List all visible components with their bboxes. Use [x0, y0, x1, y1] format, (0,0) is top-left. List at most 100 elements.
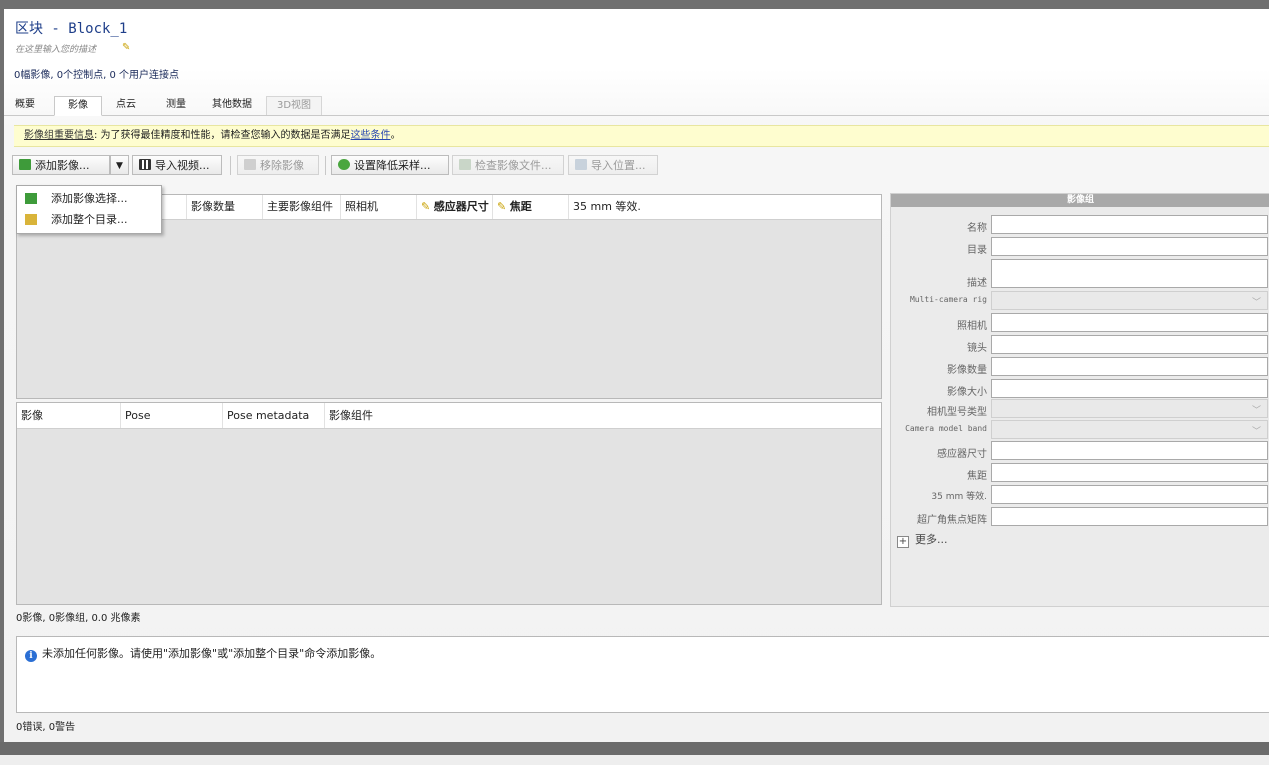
info-message: i 未添加任何影像。请使用"添加影像"或"添加整个目录"命令添加影像。: [25, 645, 381, 662]
field-label-sensor-size: 感应器尺寸: [937, 449, 987, 460]
banner-heading: 影像组重要信息: [24, 130, 94, 141]
column-header-photo[interactable]: 影像: [17, 403, 121, 428]
fisheye-matrix-field[interactable]: [991, 507, 1268, 526]
photos-table-header: 影像 Pose Pose metadata 影像组件: [17, 403, 881, 429]
menu-item-add-entire-directory[interactable]: 添加整个目录...: [17, 210, 161, 230]
chevron-down-icon: ﹀: [1251, 427, 1261, 437]
check-image-files-button[interactable]: 检查影像文件...: [452, 155, 564, 175]
field-label-camera-model-type: 相机型号类型: [927, 407, 987, 418]
column-header-main-component[interactable]: 主要影像组件: [263, 195, 341, 219]
field-label-focal-length: 焦距: [967, 471, 987, 482]
field-label-camera-model-band: Camera model band: [905, 424, 987, 433]
field-label-image-size: 影像大小: [947, 387, 987, 398]
description-placeholder[interactable]: 在这里输入您的描述: [15, 42, 96, 55]
tab-surveys[interactable]: 测量: [154, 96, 198, 114]
description-field[interactable]: [991, 259, 1268, 288]
window-bottom-bar: [0, 742, 1269, 755]
column-header-pose-metadata[interactable]: Pose metadata: [223, 403, 325, 428]
more-toggle[interactable]: + 更多...: [897, 531, 948, 548]
import-positions-label: 导入位置...: [591, 159, 646, 172]
remove-photo-icon: [244, 159, 256, 170]
errors-warnings-status: 0错误, 0警告: [16, 722, 76, 733]
info-banner: 影像组重要信息: 为了获得最佳精度和性能，请检查您输入的数据是否满足这些条件。: [14, 125, 1269, 147]
add-photos-menu: 添加影像选择... 添加整个目录...: [16, 185, 162, 234]
toolbar-separator: [230, 156, 231, 175]
field-label-lens: 镜头: [967, 343, 987, 354]
field-label-directory: 目录: [967, 245, 987, 256]
column-header-35mm-equiv[interactable]: 35 mm 等效.: [569, 195, 881, 219]
info-icon: i: [25, 650, 37, 662]
photos-table[interactable]: 影像 Pose Pose metadata 影像组件: [16, 402, 882, 605]
field-label-35mm-equiv: 35 mm 等效.: [931, 492, 987, 502]
dropdown-arrow-icon: ▼: [116, 161, 123, 171]
column-header-photo-count[interactable]: 影像数量: [187, 195, 263, 219]
field-label-name: 名称: [967, 223, 987, 234]
add-photos-button[interactable]: 添加影像...: [12, 155, 110, 175]
import-video-label: 导入视频...: [155, 159, 210, 172]
column-header-component[interactable]: 影像组件: [325, 403, 881, 428]
photo-count-field[interactable]: [991, 357, 1268, 376]
block-summary: 0幅影像, 0个控制点, 0 个用户连接点: [14, 70, 179, 81]
camera-field[interactable]: [991, 313, 1268, 332]
expand-plus-icon: +: [897, 536, 909, 548]
column-header-pose[interactable]: Pose: [121, 403, 223, 428]
banner-text: : 为了获得最佳精度和性能，请检查您输入的数据是否满足: [94, 130, 351, 141]
field-label-fisheye-matrix: 超广角焦点矩阵: [917, 515, 987, 526]
lens-field[interactable]: [991, 335, 1268, 354]
editable-pencil-icon: ✎: [421, 200, 434, 213]
35mm-equiv-field[interactable]: [991, 485, 1268, 504]
focal-length-label: 焦距: [509, 200, 532, 213]
panel-title: 影像组: [891, 194, 1269, 207]
name-field[interactable]: [991, 215, 1268, 234]
add-photo-icon: [25, 193, 37, 204]
photogroup-properties-panel: 影像组 名称 目录 描述 Multi-camera rig ﹀ 照相机 镜头 影…: [890, 193, 1269, 607]
messages-box: i 未添加任何影像。请使用"添加影像"或"添加整个目录"命令添加影像。: [16, 636, 1269, 713]
field-label-camera: 照相机: [957, 321, 987, 332]
camera-model-band-select[interactable]: ﹀: [991, 420, 1268, 439]
column-header-focal-length[interactable]: ✎ 焦距: [493, 195, 569, 219]
field-label-description: 描述: [967, 278, 987, 289]
tab-photos[interactable]: 影像: [54, 96, 102, 116]
downsampling-icon: [338, 159, 350, 170]
film-icon: [139, 159, 151, 170]
tab-additional-data[interactable]: 其他数据: [202, 96, 262, 114]
chevron-down-icon: ﹀: [1251, 406, 1261, 416]
more-label: 更多...: [915, 533, 948, 546]
photos-status: 0影像, 0影像组, 0.0 兆像素: [16, 613, 141, 624]
tab-point-clouds[interactable]: 点云: [106, 96, 146, 114]
block-title: 区块 - Block_1: [15, 21, 128, 37]
menu-item-add-photo-selection[interactable]: 添加影像选择...: [17, 189, 161, 209]
set-downsampling-button[interactable]: 设置降低采样...: [331, 155, 449, 175]
image-size-field[interactable]: [991, 379, 1268, 398]
column-header-camera[interactable]: 照相机: [341, 195, 417, 219]
chevron-down-icon: ﹀: [1251, 298, 1261, 308]
tab-general[interactable]: 概要: [6, 96, 44, 114]
add-photo-icon: [19, 159, 31, 170]
info-message-text: 未添加任何影像。请使用"添加影像"或"添加整个目录"命令添加影像。: [42, 647, 382, 660]
edit-pencil-icon[interactable]: ✎: [122, 42, 130, 53]
import-positions-icon: [575, 159, 587, 170]
check-files-label: 检查影像文件...: [475, 159, 552, 172]
status-strip: [0, 755, 1269, 765]
add-photos-dropdown-button[interactable]: ▼: [110, 155, 129, 175]
remove-photos-button[interactable]: 移除影像: [237, 155, 319, 175]
banner-suffix: 。: [390, 130, 401, 141]
column-header-sensor-size[interactable]: ✎ 感应器尺寸: [417, 195, 493, 219]
folder-icon: [25, 214, 37, 225]
focal-length-field[interactable]: [991, 463, 1268, 482]
banner-conditions-link[interactable]: 这些条件: [351, 130, 391, 141]
sensor-size-field[interactable]: [991, 441, 1268, 460]
editable-pencil-icon: ✎: [497, 200, 510, 213]
toolbar-separator: [325, 156, 326, 175]
camera-model-type-select[interactable]: ﹀: [991, 399, 1268, 418]
remove-photos-label: 移除影像: [260, 159, 304, 172]
import-positions-button[interactable]: 导入位置...: [568, 155, 658, 175]
directory-field[interactable]: [991, 237, 1268, 256]
tab-3d-view: 3D视图: [266, 96, 322, 115]
import-video-button[interactable]: 导入视频...: [132, 155, 222, 175]
check-files-icon: [459, 159, 471, 170]
block-window: 区块 - Block_1 在这里输入您的描述 ✎ 0幅影像, 0个控制点, 0 …: [4, 9, 1269, 742]
multi-camera-rig-select[interactable]: ﹀: [991, 291, 1268, 310]
field-label-multi-camera-rig: Multi-camera rig: [909, 295, 987, 304]
tab-bar: 概要 影像 点云 测量 其他数据 3D视图: [4, 96, 1269, 116]
